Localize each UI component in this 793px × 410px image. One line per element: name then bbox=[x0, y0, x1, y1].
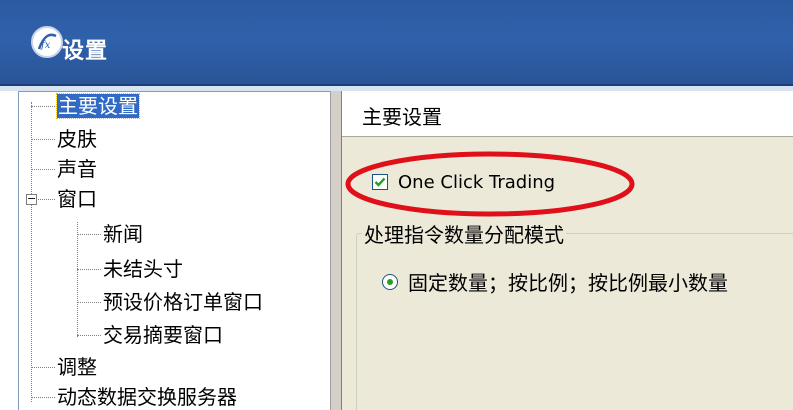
tree-item-window[interactable]: 窗口 bbox=[57, 186, 97, 212]
tree-item-preset-order-window[interactable]: 预设价格订单窗口 bbox=[103, 289, 263, 315]
tree-content: 主要设置 皮肤 声音 − 窗口 新闻 未结头寸 预设价格订单窗口 交易摘要窗口 … bbox=[19, 92, 330, 410]
svg-text:fx: fx bbox=[40, 40, 51, 51]
settings-content-panel: 主要设置 One Click Trading 处理指令数量分配模式 固定数量；按… bbox=[342, 91, 793, 410]
tree-item-trade-summary-window[interactable]: 交易摘要窗口 bbox=[103, 322, 223, 348]
tree-item-dde-server[interactable]: 动态数据交换服务器 bbox=[57, 384, 237, 410]
window-title: 设置 bbox=[62, 38, 109, 64]
tree-connector bbox=[31, 106, 55, 107]
collapse-toggle-icon[interactable]: − bbox=[26, 193, 37, 205]
tree-item-label: 动态数据交换服务器 bbox=[57, 385, 237, 409]
window-title-bar[interactable]: fx 设置 bbox=[0, 0, 793, 86]
settings-tree[interactable]: 主要设置 皮肤 声音 − 窗口 新闻 未结头寸 预设价格订单窗口 交易摘要窗口 … bbox=[18, 91, 330, 410]
tree-item-label: 新闻 bbox=[103, 222, 143, 246]
tree-item-sound[interactable]: 声音 bbox=[57, 156, 97, 182]
tree-item-label: 皮肤 bbox=[57, 127, 97, 151]
allocation-mode-option[interactable]: 固定数量；按比例；按比例最小数量 bbox=[382, 267, 728, 296]
tree-item-skin[interactable]: 皮肤 bbox=[57, 126, 97, 152]
tree-item-label: 预设价格订单窗口 bbox=[103, 290, 263, 314]
tree-connector bbox=[31, 139, 55, 140]
tree-connector bbox=[77, 222, 78, 337]
one-click-trading-option[interactable]: One Click Trading bbox=[372, 169, 555, 195]
panel-splitter[interactable] bbox=[330, 91, 342, 410]
one-click-trading-label: One Click Trading bbox=[398, 171, 556, 193]
tree-item-label: 交易摘要窗口 bbox=[103, 323, 223, 347]
tree-connector bbox=[77, 269, 101, 270]
allocation-mode-radio[interactable] bbox=[382, 273, 398, 290]
allocation-mode-legend: 处理指令数量分配模式 bbox=[362, 219, 566, 248]
allocation-mode-group bbox=[356, 233, 793, 410]
tree-connector bbox=[77, 302, 101, 303]
tree-item-news[interactable]: 新闻 bbox=[103, 221, 143, 247]
tree-item-label: 调整 bbox=[57, 355, 97, 379]
allocation-mode-label: 固定数量；按比例；按比例最小数量 bbox=[408, 271, 728, 295]
tree-item-open-positions[interactable]: 未结头寸 bbox=[103, 256, 183, 282]
one-click-trading-checkbox[interactable] bbox=[372, 174, 388, 190]
page-title: 主要设置 bbox=[362, 105, 442, 129]
tree-item-label: 窗口 bbox=[57, 187, 97, 211]
tree-connector bbox=[77, 234, 101, 235]
tree-item-label: 未结头寸 bbox=[103, 257, 183, 281]
tree-connector bbox=[31, 367, 55, 368]
tree-connector bbox=[31, 169, 55, 170]
tree-connector bbox=[77, 335, 101, 336]
radio-selected-icon bbox=[387, 278, 393, 285]
tree-item-label: 主要设置 bbox=[56, 93, 140, 119]
panel-header: 主要设置 bbox=[342, 91, 793, 137]
tree-item-adjust[interactable]: 调整 bbox=[57, 354, 97, 380]
tree-connector bbox=[31, 397, 55, 398]
tree-item-label: 声音 bbox=[57, 157, 97, 181]
tree-connector bbox=[31, 102, 32, 402]
checkmark-icon bbox=[374, 177, 386, 187]
fx-logo-icon: fx bbox=[31, 26, 63, 58]
tree-item-main-settings[interactable]: 主要设置 bbox=[56, 93, 140, 119]
